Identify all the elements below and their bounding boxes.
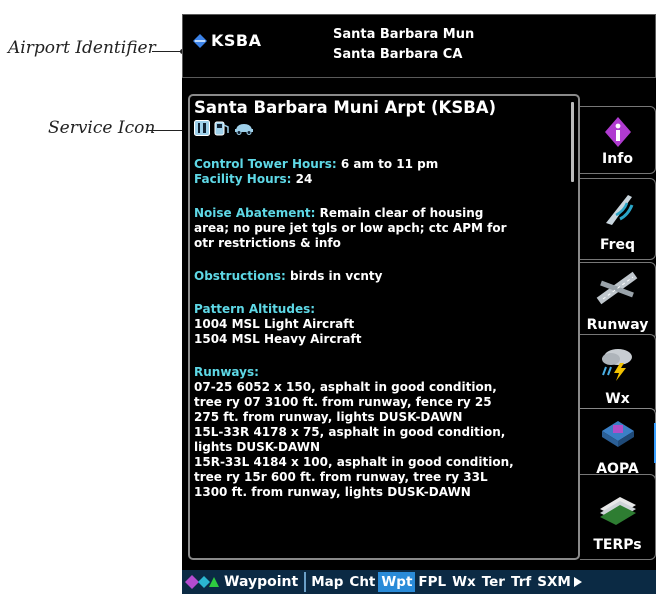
divider — [304, 572, 307, 592]
airport-identifier[interactable]: KSBA — [193, 31, 262, 50]
airport-identifier-callout: Airport Identifier — [8, 38, 156, 58]
device-screen: KSBA Santa Barbara Mun Santa Barbara CA … — [182, 14, 656, 594]
runway-line: 15L-33R 4178 x 75, asphalt in good condi… — [194, 425, 506, 439]
tab-freq[interactable]: Freq — [580, 178, 656, 260]
nav-ter[interactable]: Ter — [479, 572, 508, 592]
home-diamond-icon[interactable] — [184, 574, 220, 590]
runway-line: 07-25 6052 x 150, asphalt in good condit… — [194, 380, 497, 394]
facility-hours: Facility Hours: 24 — [194, 172, 313, 186]
fuel-icon — [214, 121, 229, 136]
bottom-nav-bar: Waypoint Map Cht Wpt FPL Wx Ter Trf SXM — [182, 570, 656, 594]
noise-abatement: Noise Abatement: Remain clear of housing — [194, 206, 484, 220]
nav-fpl[interactable]: FPL — [415, 572, 449, 592]
tab-runway-label: Runway — [586, 317, 649, 333]
airport-info-panel[interactable]: Santa Barbara Muni Arpt (KSBA) Control T… — [188, 94, 580, 560]
runway-line: tree ry 15r 600 ft. from runway, tree ry… — [194, 470, 488, 484]
page-title: Waypoint — [224, 574, 299, 590]
tab-freq-label: Freq — [599, 237, 636, 253]
airport-full-name: Santa Barbara Muni Arpt (KSBA) — [194, 98, 497, 117]
runway-line: tree ry 07 3100 ft. from runway, fence r… — [194, 395, 492, 409]
info-icon — [604, 117, 631, 147]
scrollbar[interactable] — [571, 102, 574, 182]
tab-terps-label: TERPs — [593, 537, 642, 553]
weather-icon — [601, 349, 632, 381]
nav-wpt[interactable]: Wpt — [378, 572, 416, 592]
terps-icon — [599, 497, 636, 525]
runway-icon — [596, 271, 637, 305]
runway-line: 15R-33L 4184 x 100, asphalt in good cond… — [194, 455, 514, 469]
tab-info-label: Info — [602, 151, 633, 167]
identifier-text: KSBA — [211, 31, 262, 50]
nav-map[interactable]: Map — [308, 572, 346, 592]
airport-diamond-icon — [193, 33, 207, 48]
runway-line: 275 ft. from runway, lights DUSK-DAWN — [194, 410, 463, 424]
airport-header[interactable]: KSBA Santa Barbara Mun Santa Barbara CA — [182, 14, 656, 78]
airport-city: Santa Barbara Mun Santa Barbara CA — [333, 25, 474, 65]
pattern-altitude-light: 1004 MSL Light Aircraft — [194, 317, 355, 331]
tab-terps[interactable]: TERPs — [580, 474, 656, 560]
tab-wx[interactable]: Wx — [580, 334, 656, 414]
info-content: Santa Barbara Muni Arpt (KSBA) Control T… — [194, 98, 566, 556]
pattern-altitudes-label: Pattern Altitudes: — [194, 302, 316, 316]
obstructions: Obstructions: birds in vcnty — [194, 269, 383, 283]
noise-abatement-line2: area; no pure jet tgls or low apch; ctc … — [194, 221, 507, 235]
tab-wx-label: Wx — [605, 391, 630, 407]
noise-abatement-line3: otr restrictions & info — [194, 236, 341, 250]
nav-wx[interactable]: Wx — [449, 572, 479, 592]
nav-trf[interactable]: Trf — [508, 572, 534, 592]
tab-aopa[interactable]: AOPA — [580, 408, 656, 484]
frequency-icon — [605, 195, 633, 225]
tab-runway[interactable]: Runway — [580, 262, 656, 340]
runway-line: 1300 ft. from runway, lights DUSK-DAWN — [194, 485, 471, 499]
airport-short-name: Santa Barbara Mun — [333, 27, 475, 42]
tab-info[interactable]: Info — [580, 106, 656, 174]
more-arrow-icon[interactable] — [573, 577, 582, 587]
service-icons — [194, 119, 566, 137]
pattern-altitude-heavy: 1504 MSL Heavy Aircraft — [194, 332, 362, 346]
runway-line: lights DUSK-DAWN — [194, 440, 320, 454]
food-icon — [194, 120, 210, 136]
runways-label: Runways: — [194, 365, 259, 379]
service-icon-callout: Service Icon — [48, 118, 156, 138]
car-rental-icon — [235, 124, 253, 135]
tower-hours: Control Tower Hours: 6 am to 11 pm — [194, 157, 439, 171]
nav-sxm[interactable]: SXM — [534, 572, 574, 592]
nav-cht[interactable]: Cht — [346, 572, 378, 592]
airport-location: Santa Barbara CA — [333, 47, 463, 62]
aopa-icon — [601, 421, 634, 447]
